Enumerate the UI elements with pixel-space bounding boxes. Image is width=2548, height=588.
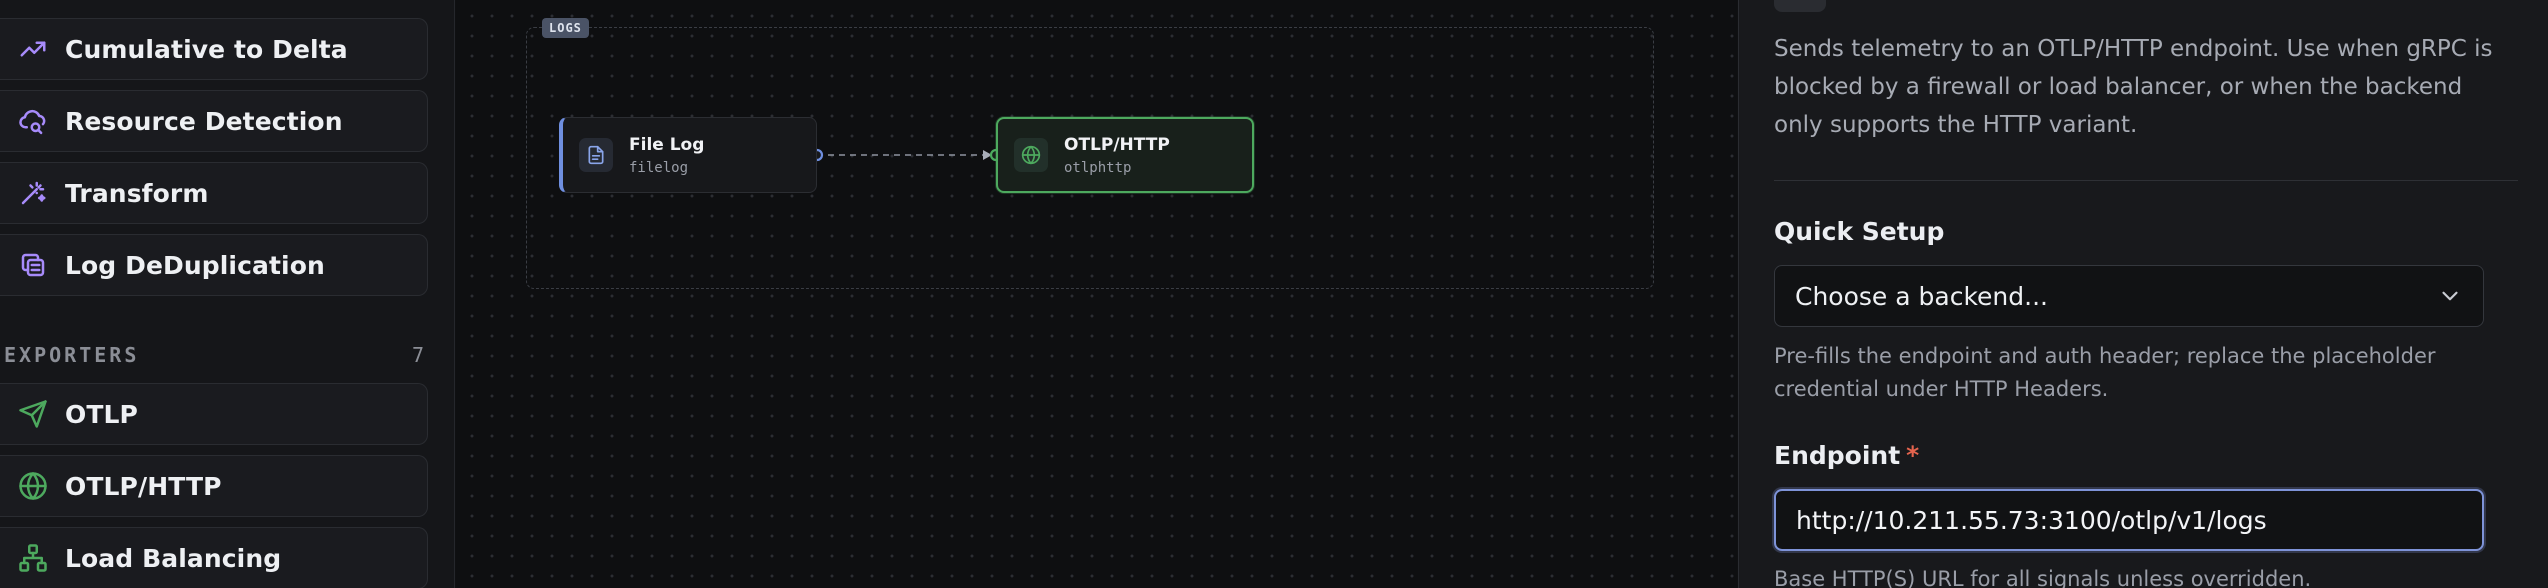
- file-icon: [579, 138, 613, 172]
- send-icon: [16, 397, 50, 431]
- magic-wand-icon: [16, 176, 50, 210]
- sidebar-item-label: Cumulative to Delta: [65, 34, 348, 64]
- network-icon: [16, 541, 50, 575]
- trending-up-icon: [16, 32, 50, 66]
- sidebar-item-log-deduplication[interactable]: Log DeDuplication: [0, 234, 428, 296]
- node-type: otlphttp: [1064, 159, 1132, 176]
- globe-icon: [1014, 138, 1048, 172]
- sidebar: Cumulative to Delta Resource Detection T…: [0, 0, 455, 588]
- node-name: OTLP/HTTP: [1064, 134, 1170, 155]
- sidebar-item-label: Load Balancing: [65, 543, 282, 573]
- sidebar-item-label: OTLP/HTTP: [65, 471, 222, 501]
- sidebar-item-label: Resource Detection: [65, 106, 343, 136]
- group-label: LOGS: [542, 18, 589, 38]
- sidebar-item-label: OTLP: [65, 399, 138, 429]
- cloud-search-icon: [16, 104, 50, 138]
- sidebar-item-label: Log DeDuplication: [65, 250, 325, 280]
- endpoint-label-text: Endpoint: [1774, 441, 1901, 470]
- quick-setup-label: Quick Setup: [1774, 217, 1945, 246]
- divider: [1774, 180, 2518, 181]
- source-node-filelog[interactable]: File Log filelog: [559, 117, 817, 193]
- component-description: Sends telemetry to an OTLP/HTTP endpoint…: [1774, 36, 2493, 138]
- copy-stack-icon: [16, 248, 50, 282]
- section-title: EXPORTERS: [4, 343, 140, 367]
- chevron-down-icon: [2442, 291, 2458, 301]
- pipeline-canvas[interactable]: LOGS File Log filelog OTLP/HTTP otlphttp: [456, 0, 1737, 588]
- sidebar-item-transform[interactable]: Transform: [0, 162, 428, 224]
- select-value: Choose a backend...: [1795, 281, 2048, 311]
- exporters-section-header: EXPORTERS 7: [4, 340, 428, 370]
- backend-select[interactable]: Choose a backend...: [1774, 265, 2484, 327]
- sidebar-item-otlp[interactable]: OTLP: [0, 383, 428, 445]
- component-icon: [1774, 0, 1826, 12]
- quick-setup-help: Pre-fills the endpoint and auth header; …: [1774, 344, 2436, 401]
- node-name: File Log: [629, 134, 705, 155]
- sidebar-item-label: Transform: [65, 178, 209, 208]
- exporter-node-otlphttp[interactable]: OTLP/HTTP otlphttp: [996, 117, 1254, 193]
- sidebar-item-otlp-http[interactable]: OTLP/HTTP: [0, 455, 428, 517]
- required-mark: *: [1906, 441, 1920, 470]
- sidebar-item-load-balancing[interactable]: Load Balancing: [0, 527, 428, 588]
- config-panel: Sends telemetry to an OTLP/HTTP endpoint…: [1738, 0, 2548, 588]
- globe-icon: [16, 469, 50, 503]
- sidebar-item-resource-detection[interactable]: Resource Detection: [0, 90, 428, 152]
- endpoint-input[interactable]: [1774, 489, 2484, 551]
- sidebar-item-cumulative-to-delta[interactable]: Cumulative to Delta: [0, 18, 428, 80]
- endpoint-help: Base HTTP(S) URL for all signals unless …: [1774, 567, 2312, 588]
- node-type: filelog: [629, 159, 689, 176]
- section-count: 7: [411, 343, 424, 367]
- endpoint-label: Endpoint *: [1774, 441, 1919, 470]
